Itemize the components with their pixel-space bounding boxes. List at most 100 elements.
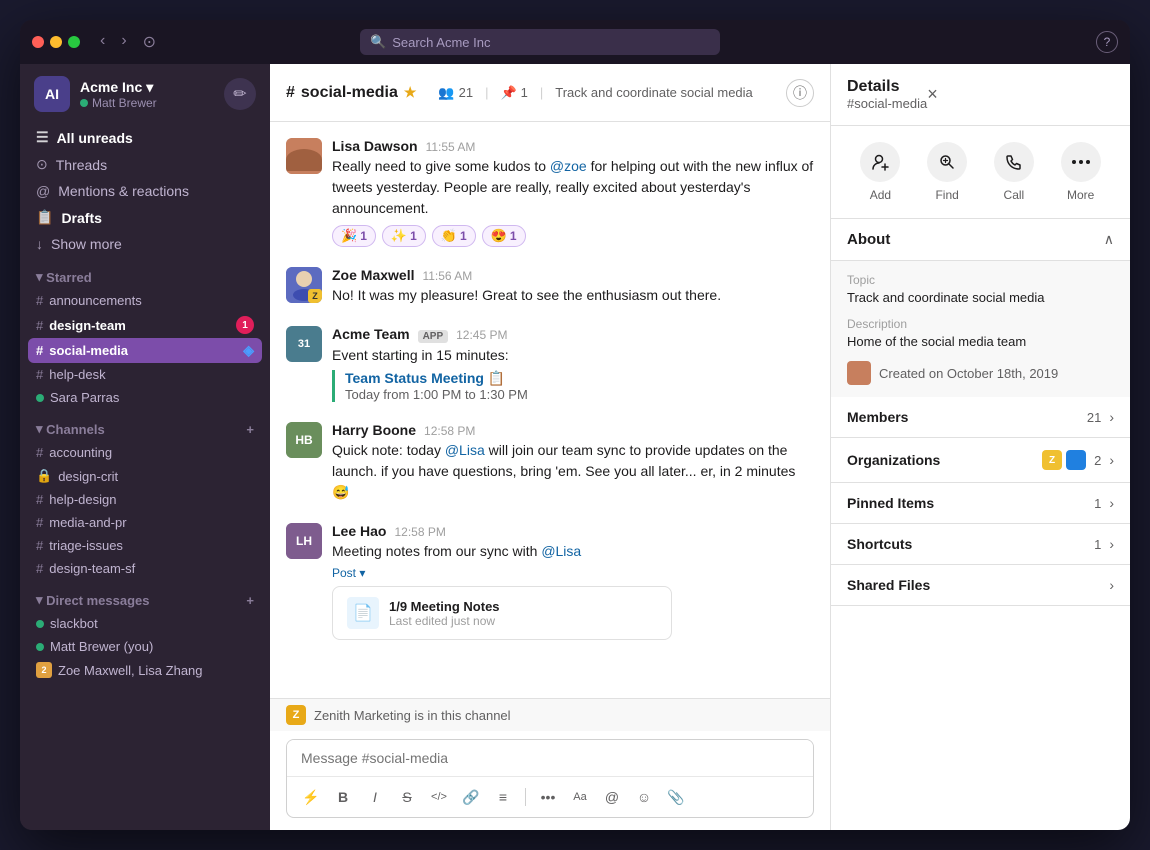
close-button[interactable] bbox=[32, 36, 44, 48]
shortcuts-row[interactable]: Shortcuts 1 › bbox=[831, 524, 1130, 565]
add-dm-button[interactable]: + bbox=[246, 593, 254, 608]
channels-label: Channels bbox=[46, 422, 105, 437]
mention-zoe: @zoe bbox=[550, 158, 587, 174]
dm-slackbot[interactable]: slackbot bbox=[28, 612, 262, 635]
find-icon-circle bbox=[927, 142, 967, 182]
text-size-button[interactable]: Aa bbox=[566, 783, 594, 811]
reaction-party[interactable]: 🎉 1 bbox=[332, 225, 376, 247]
italic-button[interactable]: I bbox=[361, 783, 389, 811]
back-button[interactable]: ‹ bbox=[96, 30, 109, 54]
action-add[interactable]: Add bbox=[860, 142, 900, 202]
details-close-button[interactable]: × bbox=[927, 84, 938, 105]
design-team-badge: 1 bbox=[236, 316, 254, 334]
members-row[interactable]: Members 21 › bbox=[831, 397, 1130, 438]
action-call[interactable]: Call bbox=[994, 142, 1034, 202]
sidebar-nav: ☰ All unreads ⊙ Threads @ Mentions & rea… bbox=[20, 124, 270, 682]
sara-status-dot bbox=[36, 394, 44, 402]
fullscreen-button[interactable] bbox=[68, 36, 80, 48]
reaction-clap[interactable]: 👏 1 bbox=[432, 225, 476, 247]
dm-sara[interactable]: Sara Parras bbox=[28, 386, 262, 409]
pinned-label: Pinned Items bbox=[847, 495, 1094, 511]
channel-triage-issues[interactable]: # triage-issues bbox=[28, 534, 262, 557]
hash-icon: # bbox=[36, 538, 43, 553]
messages-area[interactable]: Lisa Dawson 11:55 AM Really need to give… bbox=[270, 122, 830, 698]
nav-show-more-label: Show more bbox=[51, 236, 122, 252]
members-meta[interactable]: 👥 21 bbox=[438, 85, 473, 101]
minimize-button[interactable] bbox=[50, 36, 62, 48]
about-header[interactable]: About ∧ bbox=[831, 219, 1130, 261]
list-button[interactable]: ≡ bbox=[489, 783, 517, 811]
bold-button[interactable]: B bbox=[329, 783, 357, 811]
time-harry: 12:58 PM bbox=[424, 424, 475, 438]
channel-media-and-pr[interactable]: # media-and-pr bbox=[28, 511, 262, 534]
starred-section-header[interactable]: ▾ Starred bbox=[28, 257, 262, 289]
channel-help-desk[interactable]: # help-desk bbox=[28, 363, 262, 386]
add-channel-button[interactable]: + bbox=[246, 422, 254, 437]
nav-threads[interactable]: ⊙ Threads bbox=[28, 151, 262, 178]
star-icon[interactable]: ★ bbox=[404, 84, 417, 101]
nav-mentions[interactable]: @ Mentions & reactions bbox=[28, 178, 262, 204]
nav-threads-label: Threads bbox=[56, 157, 107, 173]
reaction-sparkle[interactable]: ✨ 1 bbox=[382, 225, 426, 247]
search-bar[interactable]: 🔍 Search Acme Inc bbox=[360, 29, 720, 55]
help-button[interactable]: ? bbox=[1096, 31, 1118, 53]
channel-design-crit[interactable]: 🔒 design-crit bbox=[28, 464, 262, 488]
channel-help-design-label: help-design bbox=[49, 492, 116, 507]
lock-icon: 🔒 bbox=[36, 468, 52, 484]
message-input[interactable] bbox=[287, 740, 813, 776]
slackbot-status-dot bbox=[36, 620, 44, 628]
post-card[interactable]: 📄 1/9 Meeting Notes Last edited just now bbox=[332, 586, 672, 640]
nav-all-unreads[interactable]: ☰ All unreads bbox=[28, 124, 262, 151]
organizations-row[interactable]: Organizations Z 2 › bbox=[831, 438, 1130, 483]
action-find[interactable]: Find bbox=[927, 142, 967, 202]
chat-area: # social-media ★ 👥 21 | 📌 1 | Track an bbox=[270, 64, 830, 830]
channel-design-team[interactable]: # design-team 1 bbox=[28, 312, 262, 338]
dm-matt[interactable]: Matt Brewer (you) bbox=[28, 635, 262, 658]
topic-label: Topic bbox=[847, 273, 1114, 287]
hash-icon: # bbox=[36, 492, 43, 507]
pinned-count: 1 bbox=[1094, 496, 1101, 511]
mention-button[interactable]: @ bbox=[598, 783, 626, 811]
compose-button[interactable]: ✏ bbox=[224, 78, 256, 110]
channel-social-media[interactable]: # social-media ◈ bbox=[28, 338, 262, 363]
call-icon-circle bbox=[994, 142, 1034, 182]
workspace-avatar[interactable]: AI bbox=[34, 76, 70, 112]
reaction-heart-eyes[interactable]: 😍 1 bbox=[482, 225, 526, 247]
lightning-button[interactable]: ⚡ bbox=[297, 783, 325, 811]
shortcuts-count: 1 bbox=[1094, 537, 1101, 552]
event-title: Team Status Meeting 📋 bbox=[345, 370, 814, 387]
code-button[interactable]: </> bbox=[425, 783, 453, 811]
message-lee: LH Lee Hao 12:58 PM Meeting notes from o… bbox=[286, 523, 814, 640]
post-dropdown[interactable]: Post ▾ bbox=[332, 566, 365, 580]
text-lisa: Really need to give some kudos to @zoe f… bbox=[332, 156, 814, 219]
history-button[interactable]: ⊙ bbox=[139, 30, 160, 54]
nav-show-more[interactable]: ↓ Show more bbox=[28, 231, 262, 257]
channels-section-header[interactable]: ▾ Channels + bbox=[28, 409, 262, 441]
shared-files-row[interactable]: Shared Files › bbox=[831, 565, 1130, 606]
drafts-icon: 📋 bbox=[36, 209, 53, 226]
nav-drafts[interactable]: 📋 Drafts bbox=[28, 204, 262, 231]
more-formatting-button[interactable]: ••• bbox=[534, 783, 562, 811]
channel-announcements[interactable]: # announcements bbox=[28, 289, 262, 312]
channel-info-button[interactable]: ⓘ bbox=[786, 79, 814, 107]
event-card: Team Status Meeting 📋 Today from 1:00 PM… bbox=[332, 370, 814, 402]
attach-button[interactable]: 📎 bbox=[662, 783, 690, 811]
pinned-items-row[interactable]: Pinned Items 1 › bbox=[831, 483, 1130, 524]
channel-help-design[interactable]: # help-design bbox=[28, 488, 262, 511]
pins-meta[interactable]: 📌 1 bbox=[500, 85, 527, 101]
post-card-title: 1/9 Meeting Notes bbox=[389, 599, 500, 614]
channel-design-team-sf[interactable]: # design-team-sf bbox=[28, 557, 262, 580]
text-zoe: No! It was my pleasure! Great to see the… bbox=[332, 285, 814, 306]
action-more[interactable]: More bbox=[1061, 142, 1101, 202]
strike-button[interactable]: S bbox=[393, 783, 421, 811]
emoji-button[interactable]: ☺ bbox=[630, 783, 658, 811]
dm-zoe-lisa[interactable]: 2 Zoe Maxwell, Lisa Zhang bbox=[28, 658, 262, 682]
time-zoe: 11:56 AM bbox=[422, 269, 472, 283]
main-layout: AI Acme Inc ▾ Matt Brewer ✏ ☰ bbox=[20, 64, 1130, 830]
channel-media-pr-label: media-and-pr bbox=[49, 515, 126, 530]
channel-accounting[interactable]: # accounting bbox=[28, 441, 262, 464]
about-title: About bbox=[847, 231, 1104, 248]
forward-button[interactable]: › bbox=[117, 30, 130, 54]
link-button[interactable]: 🔗 bbox=[457, 783, 485, 811]
dm-section-header[interactable]: ▾ Direct messages + bbox=[28, 580, 262, 612]
